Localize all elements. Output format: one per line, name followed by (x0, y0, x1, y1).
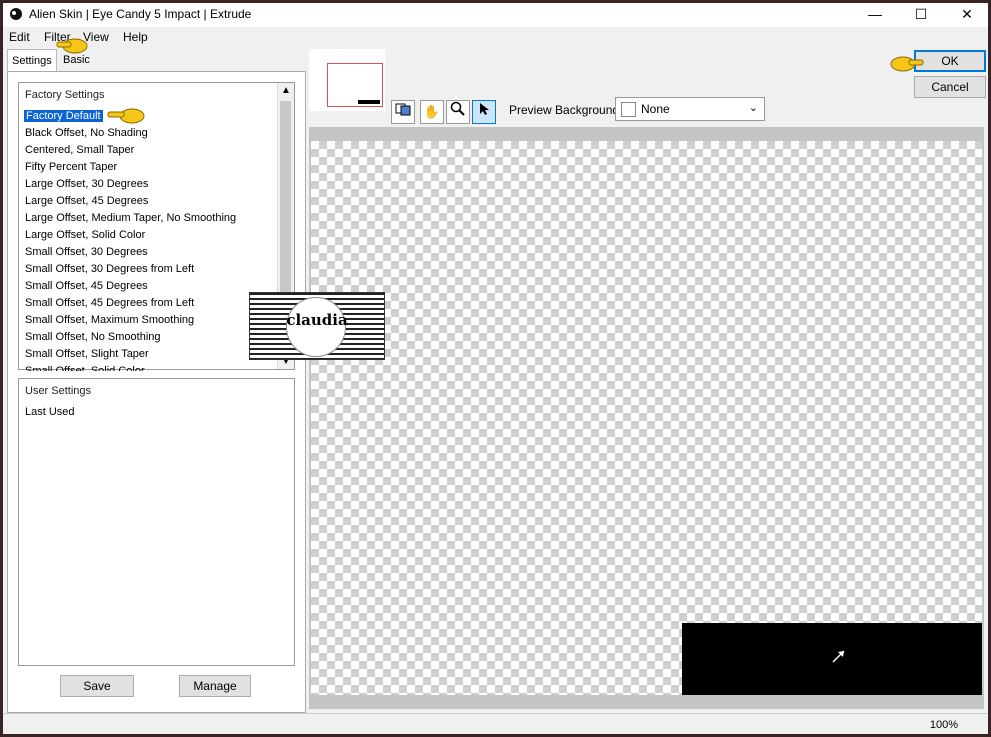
cancel-button[interactable]: Cancel (914, 76, 986, 98)
save-button[interactable]: Save (60, 675, 134, 697)
scroll-thumb[interactable] (280, 101, 291, 295)
preview-canvas[interactable] (311, 141, 982, 695)
preview-toggle-button[interactable] (391, 100, 415, 124)
factory-setting-item[interactable]: Small Offset, 45 Degrees from Left (25, 297, 194, 309)
window-title: Alien Skin | Eye Candy 5 Impact | Extrud… (29, 7, 252, 21)
menu-edit[interactable]: Edit (9, 30, 30, 44)
pointer-hand-icon (107, 108, 145, 124)
watermark-logo: claudia (249, 292, 385, 360)
arrow-pointer-icon (480, 103, 489, 115)
settings-panel: Factory Settings Factory Default Black Of… (7, 71, 306, 713)
extrude-direction-handle-icon[interactable] (830, 647, 848, 665)
menu-help[interactable]: Help (123, 30, 148, 44)
hand-tool-button[interactable]: ✋ (420, 100, 444, 124)
app-icon (10, 8, 22, 20)
zoom-icon (450, 101, 465, 116)
extruded-shape[interactable] (682, 623, 982, 695)
factory-setting-item[interactable]: Small Offset, 30 Degrees (25, 246, 148, 258)
factory-setting-item[interactable]: Fifty Percent Taper (25, 161, 117, 173)
tab-settings[interactable]: Settings (7, 49, 57, 72)
navigator-thumbnail[interactable] (309, 49, 385, 111)
pointer-hand-icon (56, 38, 88, 54)
none-swatch-icon (621, 102, 636, 117)
minimize-button[interactable]: — (853, 3, 897, 25)
navigator-frame[interactable] (327, 63, 383, 107)
factory-setting-item[interactable]: Large Offset, Solid Color (25, 229, 145, 241)
factory-setting-item[interactable]: Small Offset, Solid Color (25, 365, 145, 371)
preview-toggle-icon (395, 103, 411, 116)
factory-setting-item[interactable]: Factory Default (24, 110, 103, 122)
scroll-up-icon[interactable]: ▲ (281, 85, 291, 96)
factory-setting-item[interactable]: Small Offset, No Smoothing (25, 331, 161, 343)
preview-background-select[interactable]: None ⌄ (615, 97, 765, 121)
factory-settings-header: Factory Settings (25, 89, 105, 101)
preview-background-label: Preview Background: (509, 103, 623, 117)
zoom-level: 100% (929, 719, 958, 731)
zoom-tool-button[interactable] (446, 100, 470, 124)
factory-setting-item[interactable]: Small Offset, Slight Taper (25, 348, 149, 360)
chevron-down-icon: ⌄ (748, 102, 758, 114)
manage-button[interactable]: Manage (179, 675, 251, 697)
watermark-text: claudia (286, 311, 348, 329)
user-settings-list[interactable]: User Settings Last Used (18, 378, 295, 666)
maximize-button[interactable]: ☐ (899, 3, 943, 25)
factory-setting-item[interactable]: Black Offset, No Shading (25, 127, 148, 139)
user-setting-last-used[interactable]: Last Used (25, 406, 75, 418)
factory-setting-item[interactable]: Centered, Small Taper (25, 144, 134, 156)
hand-icon: ✋ (423, 104, 441, 119)
title-bar: Alien Skin | Eye Candy 5 Impact | Extrud… (3, 3, 988, 27)
factory-setting-item[interactable]: Large Offset, Medium Taper, No Smoothing (25, 212, 236, 224)
preview-area[interactable] (309, 127, 984, 709)
pointer-hand-icon (890, 56, 924, 72)
navigator-shape (358, 100, 380, 104)
factory-setting-item[interactable]: Small Offset, Maximum Smoothing (25, 314, 194, 326)
status-bar: 100% (3, 713, 988, 734)
factory-setting-item[interactable]: Small Offset, 30 Degrees from Left (25, 263, 194, 275)
factory-setting-item[interactable]: Large Offset, 30 Degrees (25, 178, 148, 190)
menu-bar: Edit Filter View Help (3, 27, 988, 47)
factory-setting-item[interactable]: Large Offset, 45 Degrees (25, 195, 148, 207)
preview-background-value: None (641, 102, 670, 116)
factory-setting-item[interactable]: Small Offset, 45 Degrees (25, 280, 148, 292)
select-tool-button[interactable] (472, 100, 496, 124)
user-settings-header: User Settings (25, 385, 92, 397)
close-button[interactable]: ✕ (945, 3, 988, 25)
app-window: Alien Skin | Eye Candy 5 Impact | Extrud… (3, 3, 988, 734)
